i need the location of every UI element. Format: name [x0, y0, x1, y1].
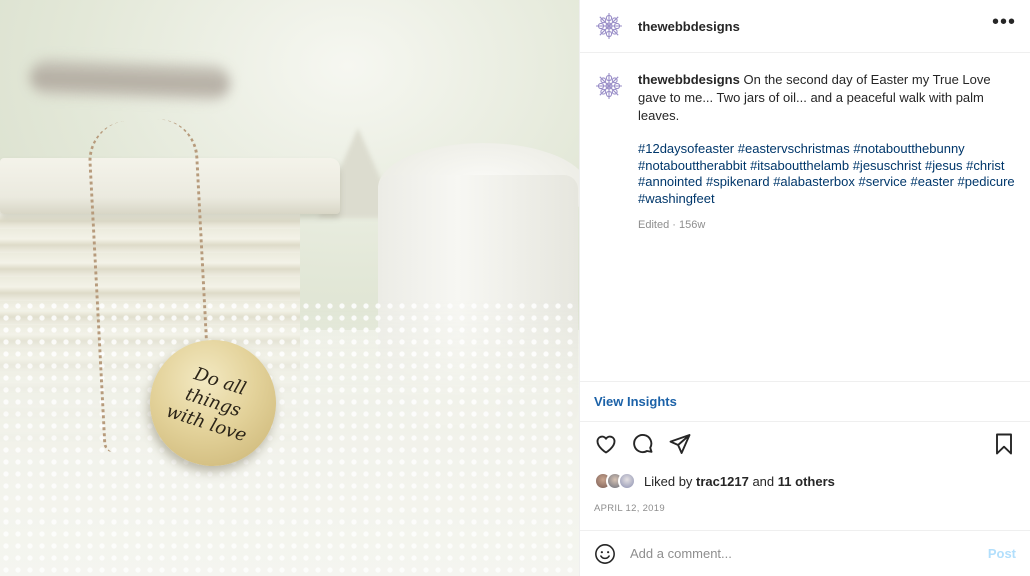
hashtag-link[interactable]: #washingfeet — [638, 191, 715, 206]
hashtag-link[interactable]: #easter — [911, 174, 954, 189]
liker-avatars[interactable] — [594, 472, 636, 490]
likes-summary: Liked by trac1217 and 11 others — [580, 466, 1030, 496]
caption-text: thewebbdesigns On the second day of East… — [638, 71, 1016, 125]
action-bar — [580, 421, 1030, 466]
bookmark-icon[interactable] — [992, 432, 1016, 456]
post-sidebar: thewebbdesigns ••• thewebbdesigns On the… — [579, 0, 1030, 576]
hashtag-link[interactable]: #alabasterbox — [773, 174, 855, 189]
comment-composer: Post — [580, 530, 1030, 576]
post-comment-button[interactable]: Post — [988, 546, 1016, 561]
image-lace-cloth — [0, 300, 579, 576]
hashtag-list: #12daysofeaster #eastervschristmas #nota… — [638, 141, 1016, 207]
hashtag-link[interactable]: #annointed — [638, 174, 702, 189]
hashtag-link[interactable]: #christ — [966, 158, 1004, 173]
liked-by-others[interactable]: 11 others — [778, 474, 835, 489]
hashtag-link[interactable]: #service — [859, 174, 907, 189]
hashtag-link[interactable]: #notabouttherabbit — [638, 158, 746, 173]
emoji-icon[interactable] — [594, 543, 616, 565]
liked-by-prefix: Liked by — [644, 473, 693, 489]
hashtag-link[interactable]: #spikenard — [706, 174, 770, 189]
post-view: Do all things with love thewebbdesigns •… — [0, 0, 1030, 576]
hashtag-link[interactable]: #jesus — [925, 158, 963, 173]
post-header: thewebbdesigns ••• — [580, 0, 1030, 53]
pendant-engraving: Do all things with love — [163, 363, 250, 447]
comment-icon[interactable] — [631, 432, 655, 456]
avatar[interactable] — [594, 11, 624, 41]
hashtag-link[interactable]: #eastervschristmas — [738, 141, 850, 156]
liked-by-and: and — [752, 473, 775, 489]
liked-by-user[interactable]: trac1217 — [696, 474, 749, 489]
post-date[interactable]: APRIL 12, 2019 — [580, 496, 1030, 520]
hashtag-link[interactable]: #jesuschrist — [853, 158, 922, 173]
share-icon[interactable] — [668, 432, 692, 456]
liker-avatar — [618, 472, 636, 490]
edited-timestamp[interactable]: Edited · 156w — [638, 219, 1016, 231]
hashtag-link[interactable]: #pedicure — [958, 174, 1015, 189]
comment-input[interactable] — [630, 546, 988, 561]
header-username[interactable]: thewebbdesigns — [638, 19, 740, 34]
caption-avatar[interactable] — [594, 71, 624, 101]
view-insights-link[interactable]: View Insights — [594, 394, 677, 409]
caption-section: thewebbdesigns On the second day of East… — [580, 53, 1030, 381]
hashtag-link[interactable]: #12daysofeaster — [638, 141, 734, 156]
caption-body: thewebbdesigns On the second day of East… — [638, 71, 1016, 381]
snowflake-logo-icon — [596, 73, 622, 99]
hashtag-link[interactable]: #notaboutthebunny — [853, 141, 964, 156]
snowflake-logo-icon — [596, 13, 622, 39]
image-blurred-object — [29, 58, 231, 102]
post-image[interactable]: Do all things with love — [0, 0, 579, 576]
insights-bar: View Insights — [580, 381, 1030, 421]
caption-username[interactable]: thewebbdesigns — [638, 72, 740, 87]
more-options-icon[interactable]: ••• — [992, 12, 1016, 35]
heart-icon[interactable] — [594, 432, 618, 456]
hashtag-link[interactable]: #itsaboutthelamb — [750, 158, 849, 173]
